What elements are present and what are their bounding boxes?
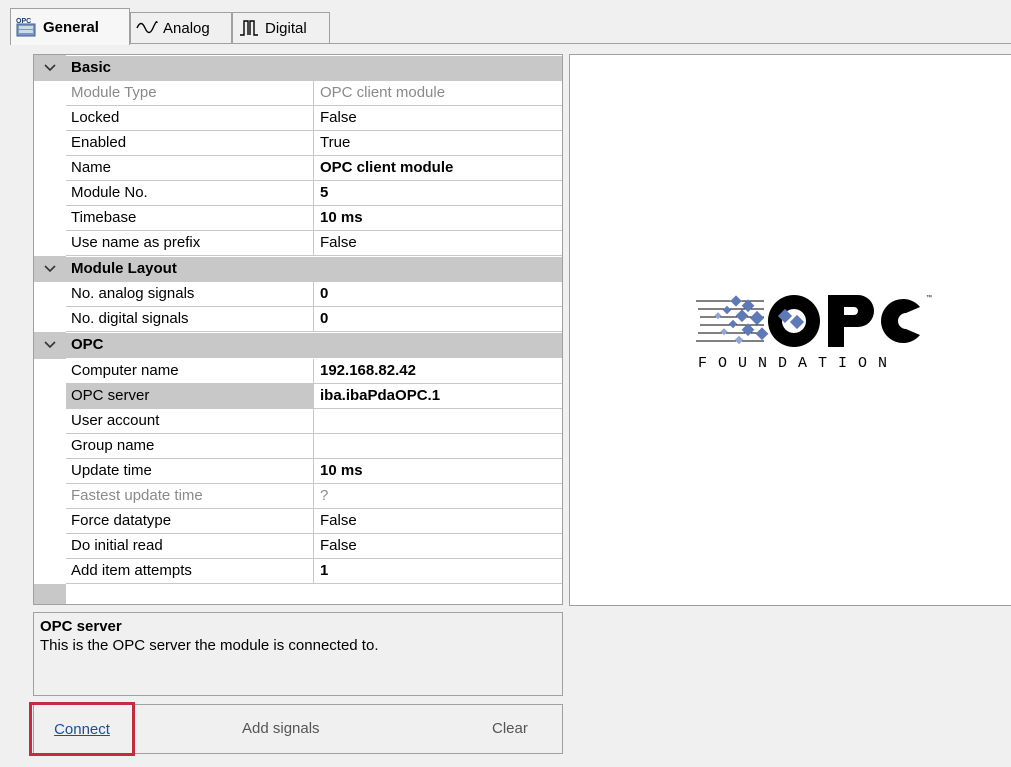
property-name: Module No. <box>66 181 314 206</box>
property-row[interactable]: Force datatype False <box>34 509 562 534</box>
property-value[interactable]: 0 <box>314 282 562 307</box>
property-row[interactable]: Use name as prefix False <box>34 231 562 256</box>
property-name: Enabled <box>66 131 314 156</box>
category-module-layout[interactable]: Module Layout <box>34 257 562 282</box>
svg-text:OPC: OPC <box>16 18 31 25</box>
property-value[interactable] <box>314 409 562 434</box>
chevron-down-icon[interactable] <box>40 260 60 278</box>
property-row-selected[interactable]: OPC server iba.ibaPdaOPC.1 <box>34 384 562 409</box>
property-row[interactable]: No. digital signals 0 <box>34 307 562 332</box>
description-text: This is the OPC server the module is con… <box>40 637 379 654</box>
property-name: No. analog signals <box>66 282 314 307</box>
digital-pulse-icon <box>237 17 261 39</box>
property-value[interactable]: 0 <box>314 307 562 332</box>
property-row[interactable]: User account <box>34 409 562 434</box>
property-name: Fastest update time <box>66 484 314 509</box>
property-name: Name <box>66 156 314 181</box>
property-name: Force datatype <box>66 509 314 534</box>
tab-digital[interactable]: Digital <box>232 12 330 43</box>
property-value[interactable]: 192.168.82.42 <box>314 359 562 384</box>
property-name: Add item attempts <box>66 559 314 584</box>
tab-divider <box>10 43 1011 44</box>
property-row[interactable]: No. analog signals 0 <box>34 282 562 307</box>
category-opc[interactable]: OPC <box>34 333 562 358</box>
button-bar: Connect Add signals Clear <box>29 702 563 756</box>
property-name: Locked <box>66 106 314 131</box>
property-grid[interactable]: Basic Module Type OPC client module Lock… <box>33 54 563 605</box>
property-value[interactable]: OPC client module <box>314 156 562 181</box>
property-value[interactable]: 1 <box>314 559 562 584</box>
logo-panel: ™ FOUNDATION <box>569 54 1011 606</box>
property-value[interactable]: 10 ms <box>314 459 562 484</box>
opc-foundation-logo: ™ <box>696 294 932 347</box>
description-panel: OPC server This is the OPC server the mo… <box>33 612 563 696</box>
property-value: ? <box>314 484 562 509</box>
property-value[interactable]: 10 ms <box>314 206 562 231</box>
property-row[interactable]: Name OPC client module <box>34 156 562 181</box>
property-row[interactable]: Computer name 192.168.82.42 <box>34 359 562 384</box>
category-label: OPC <box>71 336 104 353</box>
connect-button[interactable]: Connect <box>54 721 110 738</box>
tab-analog[interactable]: Analog <box>130 12 232 43</box>
chevron-down-icon[interactable] <box>40 59 60 77</box>
property-value: OPC client module <box>314 81 562 106</box>
property-row[interactable]: Locked False <box>34 106 562 131</box>
property-value[interactable] <box>314 434 562 459</box>
clear-button[interactable]: Clear <box>492 720 528 737</box>
tab-analog-label: Analog <box>163 19 210 37</box>
property-name: Timebase <box>66 206 314 231</box>
property-value[interactable]: False <box>314 231 562 256</box>
opc-module-icon: OPC <box>15 16 39 38</box>
property-row[interactable]: Module No. 5 <box>34 181 562 206</box>
property-row[interactable]: Do initial read False <box>34 534 562 559</box>
property-row[interactable]: Update time 10 ms <box>34 459 562 484</box>
property-name: Group name <box>66 434 314 459</box>
property-row[interactable]: Timebase 10 ms <box>34 206 562 231</box>
property-name: No. digital signals <box>66 307 314 332</box>
property-value[interactable]: True <box>314 131 562 156</box>
property-row[interactable]: Module Type OPC client module <box>34 81 562 106</box>
property-row[interactable]: Fastest update time ? <box>34 484 562 509</box>
logo-foundation-text: FOUNDATION <box>698 355 899 372</box>
property-name: User account <box>66 409 314 434</box>
category-basic[interactable]: Basic <box>34 56 562 81</box>
tab-digital-label: Digital <box>265 19 307 37</box>
description-title: OPC server <box>40 618 122 635</box>
property-row[interactable]: Enabled True <box>34 131 562 156</box>
tab-general-label: General <box>43 18 99 36</box>
tab-general[interactable]: OPC General <box>10 8 130 45</box>
connect-highlight: Connect <box>29 702 135 756</box>
analog-wave-icon <box>135 17 159 39</box>
property-name: Use name as prefix <box>66 231 314 256</box>
property-value[interactable]: False <box>314 534 562 559</box>
property-value[interactable]: False <box>314 509 562 534</box>
svg-text:™: ™ <box>926 294 932 301</box>
category-label: Module Layout <box>71 260 177 277</box>
tab-strip: OPC General Analog Digital <box>0 0 1011 45</box>
property-name: Module Type <box>66 81 314 106</box>
property-value[interactable]: iba.ibaPdaOPC.1 <box>314 384 562 409</box>
property-value[interactable]: 5 <box>314 181 562 206</box>
category-label: Basic <box>71 59 112 76</box>
chevron-down-icon[interactable] <box>40 336 60 354</box>
property-row[interactable]: Add item attempts 1 <box>34 559 562 584</box>
property-name: OPC server <box>66 384 314 409</box>
property-row[interactable]: Group name <box>34 434 562 459</box>
property-value[interactable]: False <box>314 106 562 131</box>
property-name: Computer name <box>66 359 314 384</box>
property-name: Update time <box>66 459 314 484</box>
add-signals-button[interactable]: Add signals <box>242 720 320 737</box>
property-name: Do initial read <box>66 534 314 559</box>
